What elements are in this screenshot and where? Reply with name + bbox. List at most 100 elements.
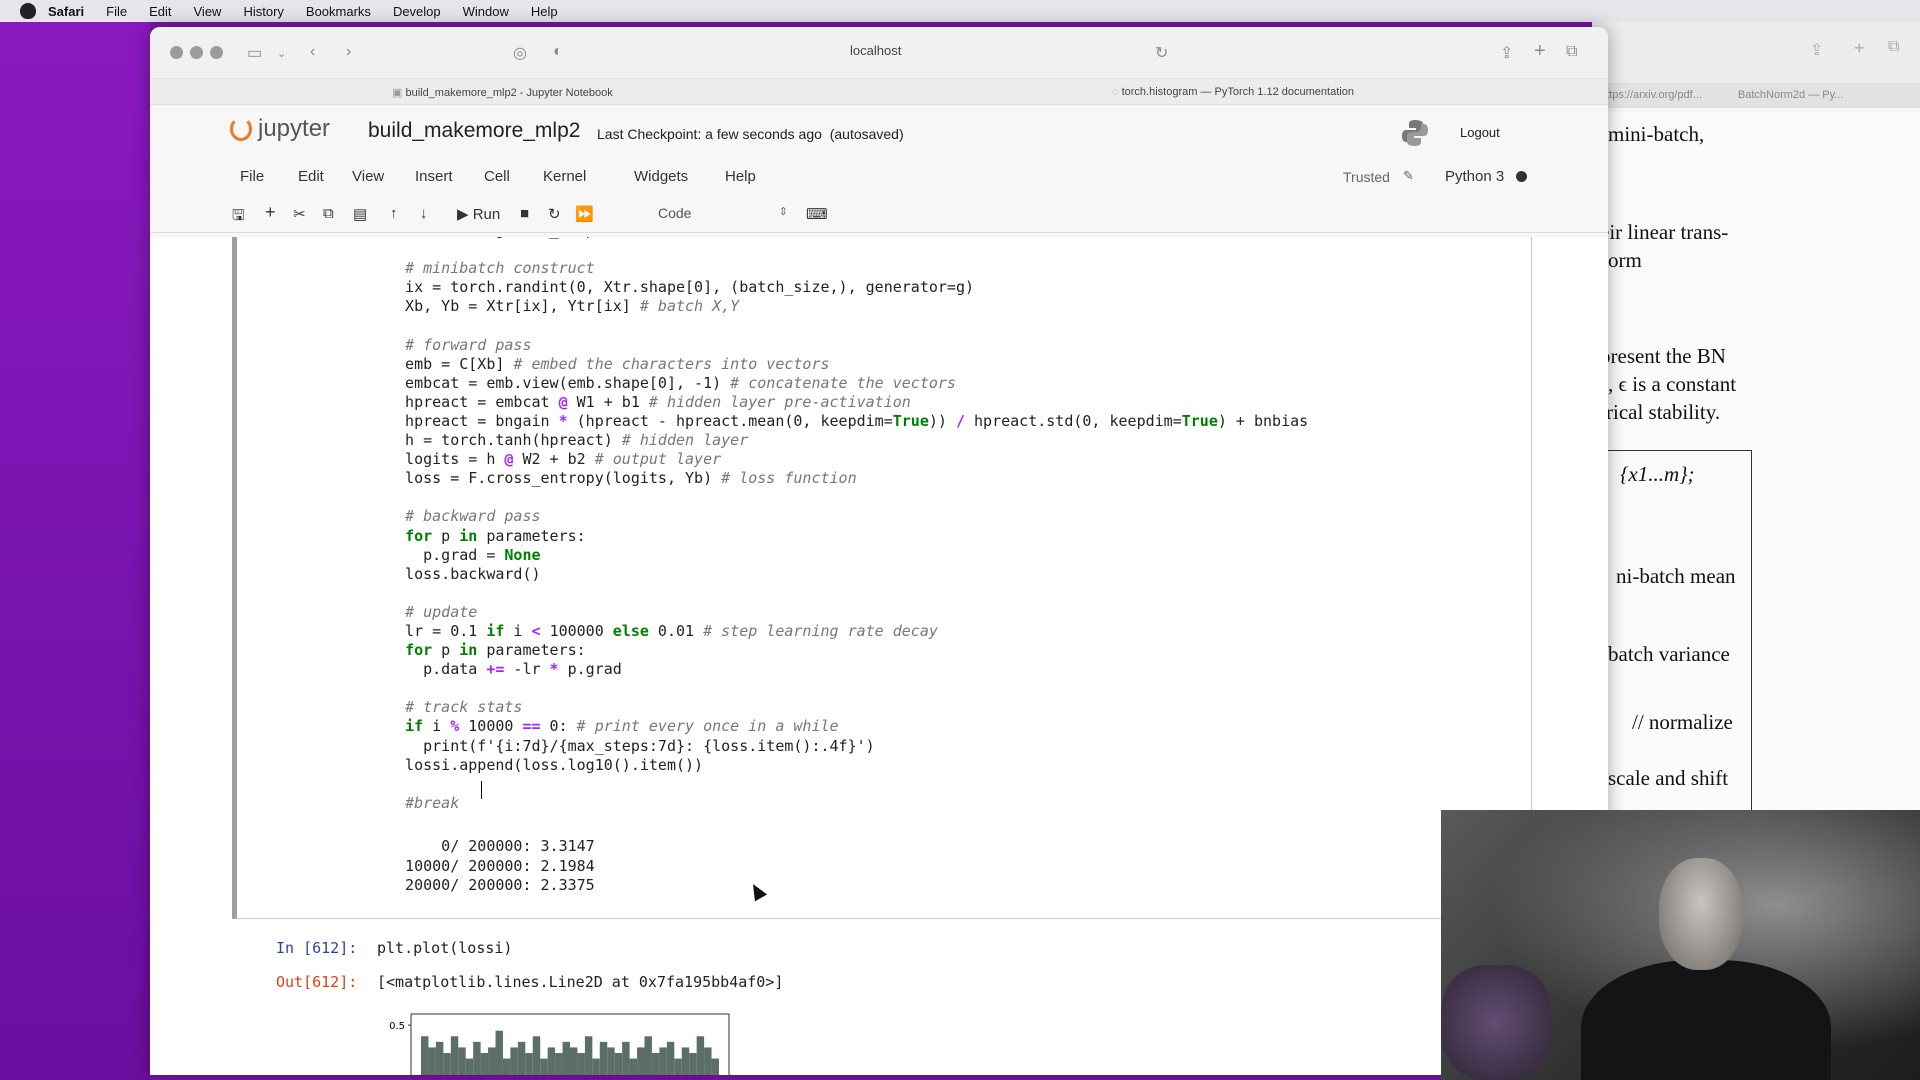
minimize-window-button[interactable] [190,46,203,59]
y-tick-label: 0.5 [389,1021,405,1032]
save-icon[interactable]: 🖫 [232,205,245,230]
pencil-icon[interactable]: ✎ [1403,168,1414,184]
cut-icon[interactable]: ✂ [293,205,306,223]
jmenu-file[interactable]: File [240,168,264,185]
code-line: print(f'{i:7d}/{max_steps:7d}: {loss.ite… [387,736,875,755]
reload-icon[interactable]: ↻ [1155,43,1168,63]
jupyter-tab-icon: ▣ [392,87,406,99]
menu-view[interactable]: View [194,4,222,19]
code-line: #break [405,793,460,812]
menu-history[interactable]: History [243,4,283,19]
new-tab-icon[interactable]: + [1534,40,1546,63]
trusted-indicator[interactable]: Trusted [1343,169,1390,185]
kernel-name[interactable]: Python 3 [1445,168,1504,185]
run-button[interactable]: ▶ Run [457,205,500,223]
back-icon[interactable]: ‹ [310,43,315,61]
webcam-plant [1441,965,1551,1080]
notebook-area[interactable]: for i in range(max_steps): # minibatch c… [150,237,1608,1075]
safari-window[interactable]: ▭ ⌄ ‹ › ◎ ◐ localhost ↻ ⇪ + ⧉ ▣ build_ma… [150,27,1608,1075]
code-line: hpreact = bngain * (hpreact - hpreact.me… [387,411,1309,430]
sidebar-icon[interactable]: ▭ [247,43,262,63]
menu-help[interactable]: Help [531,4,558,19]
plot-point [532,1036,541,1075]
menu-bookmarks[interactable]: Bookmarks [306,4,371,19]
paper-line: eir linear trans- [1600,220,1729,244]
jmenu-help[interactable]: Help [725,168,756,185]
jmenu-view[interactable]: View [352,168,384,185]
code-line: p.grad = None [387,545,541,564]
code-line: # minibatch construct [405,259,595,278]
y-ticks: 0.50.4 [389,1021,411,1032]
share-icon[interactable]: ⇪ [1500,43,1513,63]
plot-point [517,1041,526,1075]
tabs-overview-icon[interactable]: ⧉ [1888,38,1899,56]
shield-icon[interactable]: ◐ [553,43,563,61]
code-line: # update [405,602,478,621]
tab-pytorch-docs[interactable]: ◌ torch.histogram — PyTorch 1.12 documen… [1112,86,1354,98]
plot-point [689,1053,697,1075]
cell-type-select[interactable]: Code ⇕ [658,205,788,221]
code-line: if i % 10000 == 0: # print every once in… [405,717,839,736]
code-cell-input[interactable]: plt.plot(lossi) [377,939,512,957]
insert-cell-icon[interactable]: + [265,202,276,223]
checkpoint-status: Last Checkpoint: a few seconds ago (auto… [597,126,904,142]
jmenu-insert[interactable]: Insert [415,168,453,185]
code-line: for p in parameters: [405,526,586,545]
bg-tab-arxiv[interactable]: https://arxiv.org/pdf... [1592,84,1710,108]
chevron-down-icon[interactable]: ⌄ [277,47,286,60]
fast-forward-icon[interactable]: ⏩ [575,205,594,223]
code-cell-editor[interactable]: for i in range(max_steps): # minibatch c… [237,237,1487,898]
apple-icon[interactable] [20,3,36,19]
text-cursor [481,781,482,799]
paper-line: rical stability. [1606,400,1721,424]
paper-line: mini-batch, [1608,122,1705,146]
jmenu-widgets[interactable]: Widgets [634,168,688,185]
move-up-icon[interactable]: ↑ [390,205,398,222]
plot-point [480,1053,489,1075]
restart-icon[interactable]: ↻ [548,205,561,223]
output-prompt: Out[612]: [276,973,358,991]
tab-jupyter[interactable]: ▣ build_makemore_mlp2 - Jupyter Notebook [392,86,613,99]
close-window-button[interactable] [170,46,183,59]
menu-develop[interactable]: Develop [393,4,441,19]
move-down-icon[interactable]: ↓ [420,205,428,222]
keyboard-icon[interactable]: ⌨ [806,205,828,223]
output-line: 0/ 200000: 3.3147 [387,837,595,855]
cell-output-text: [<matplotlib.lines.Line2D at 0x7fa195bb4… [377,973,784,991]
code-line: Xb, Yb = Xtr[ix], Ytr[ix] # batch X,Y [387,297,740,316]
paste-icon[interactable]: ▤ [353,205,367,223]
address-bar[interactable]: localhost [850,43,901,58]
forward-icon[interactable]: › [346,43,351,61]
plot-point [473,1041,481,1075]
stop-icon[interactable]: ■ [520,205,529,222]
menu-file[interactable]: File [106,4,127,19]
jupyter-logo[interactable]: jupyter [230,115,330,143]
notebook-title[interactable]: build_makemore_mlp2 [368,119,580,143]
share-icon[interactable]: ⇪ [1810,40,1823,60]
privacy-icon[interactable]: ◎ [513,43,527,63]
algorithm-box [1592,450,1752,830]
menu-edit[interactable]: Edit [149,4,171,19]
copy-icon[interactable]: ⧉ [323,205,334,222]
code-line: h = torch.tanh(hpreact) # hidden layer [387,431,749,450]
bg-tab-batchnorm[interactable]: BatchNorm2d — Py... [1730,84,1852,108]
zoom-window-button[interactable] [210,46,223,59]
jupyter-toolbar: 🖫 + ✂ ⧉ ▤ ↑ ↓ ▶ Run ■ ↻ ⏩ Code ⇕ ⌨ [150,195,1608,233]
tabs-overview-icon[interactable]: ⧉ [1566,43,1577,61]
code-line: emb = C[Xb] # embed the characters into … [387,354,830,373]
menu-window[interactable]: Window [463,4,509,19]
code-cell-selected[interactable]: for i in range(max_steps): # minibatch c… [232,237,1532,919]
new-tab-icon[interactable]: + [1854,38,1865,59]
jupyter-header: jupyter build_makemore_mlp2 Last Checkpo… [150,105,1608,155]
logout-button[interactable]: Logout [1460,125,1500,140]
jmenu-kernel[interactable]: Kernel [543,168,586,185]
jmenu-edit[interactable]: Edit [298,168,324,185]
jmenu-cell[interactable]: Cell [484,168,510,185]
menu-app[interactable]: Safari [48,4,84,19]
code-editor[interactable]: for i in range(max_steps): # minibatch c… [387,237,1308,813]
paper-line: , ϵ is a constant [1608,372,1737,396]
